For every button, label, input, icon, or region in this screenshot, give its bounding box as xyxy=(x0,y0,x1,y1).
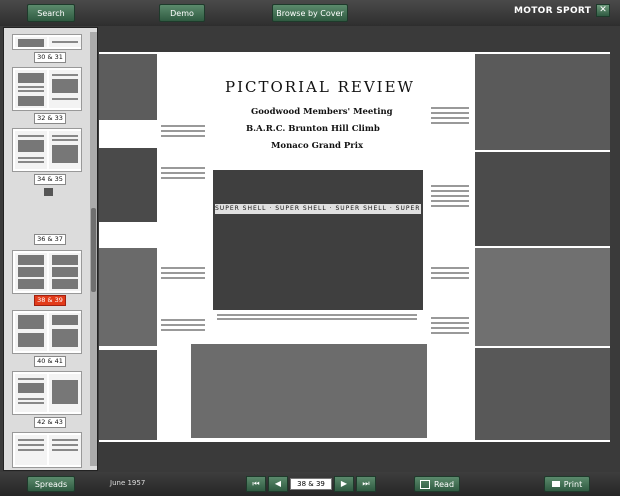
spreads-button[interactable]: Spreads xyxy=(27,476,75,492)
thumb-label[interactable]: 34 & 35 xyxy=(34,174,66,185)
page-number-input[interactable]: 38 & 39 xyxy=(290,478,332,490)
subtitle-2: B.A.R.C. Brunton Hill Climb xyxy=(246,124,380,134)
caption-column xyxy=(431,104,469,127)
photo xyxy=(99,54,157,120)
thumb-label[interactable]: 36 & 37 xyxy=(34,234,66,245)
photo xyxy=(475,248,610,346)
photo xyxy=(99,350,157,440)
scrollbar-thumb[interactable] xyxy=(91,208,96,292)
thumb-label[interactable]: 42 & 43 xyxy=(34,417,66,428)
caption-column xyxy=(431,314,469,337)
search-button[interactable]: Search xyxy=(27,4,75,22)
magazine-spread[interactable]: PICTORIAL REVIEW Goodwood Members' Meeti… xyxy=(99,52,610,442)
browse-by-cover-button[interactable]: Browse by Cover xyxy=(272,4,348,22)
prev-page-icon[interactable]: ◀ xyxy=(268,476,288,492)
demo-button[interactable]: Demo xyxy=(159,4,205,22)
next-page-icon[interactable]: ▶ xyxy=(334,476,354,492)
loading-icon xyxy=(44,188,53,196)
center-race-photo xyxy=(213,170,423,310)
caption-column xyxy=(431,264,469,282)
printer-icon xyxy=(551,481,560,487)
bottom-race-photo xyxy=(191,344,427,438)
subtitle-1: Goodwood Members' Meeting xyxy=(251,107,393,117)
close-icon[interactable]: ✕ xyxy=(596,4,610,17)
read-button[interactable]: Read xyxy=(414,476,460,492)
issue-date: June 1957 xyxy=(110,479,146,487)
thumb-label[interactable]: 40 & 41 xyxy=(34,356,66,367)
first-page-icon[interactable]: ⏮ xyxy=(246,476,266,492)
caption-line xyxy=(217,312,417,320)
shell-banner: SUPER SHELL · SUPER SHELL · SUPER SHELL … xyxy=(215,204,421,214)
photo xyxy=(475,348,610,440)
subtitle-3: Monaco Grand Prix xyxy=(271,141,364,151)
pictorial-review-title: PICTORIAL REVIEW xyxy=(225,78,415,96)
thumb-label-active[interactable]: 38 & 39 xyxy=(34,295,66,306)
thumb-label[interactable]: 32 & 33 xyxy=(34,113,66,124)
print-button[interactable]: Print xyxy=(544,476,590,492)
photo xyxy=(99,248,157,346)
thumbnail-28-29[interactable] xyxy=(12,34,82,50)
read-icon xyxy=(419,479,430,489)
sidebar-scrollbar[interactable] xyxy=(90,32,97,466)
thumbnail-34-35[interactable] xyxy=(12,128,82,172)
thumbnail-32-33[interactable] xyxy=(12,67,82,111)
thumbnail-44-45[interactable] xyxy=(12,432,82,468)
caption-column xyxy=(431,182,469,210)
thumbnail-40-41[interactable] xyxy=(12,310,82,354)
caption-column xyxy=(161,122,205,222)
thumb-label[interactable]: 30 & 31 xyxy=(34,52,66,63)
thumbnail-sidebar: 30 & 31 32 & 33 34 & 35 36 & 37 38 & 39 … xyxy=(3,27,98,471)
motorsport-logo: MOTOR SPORT xyxy=(514,6,592,16)
photo xyxy=(475,152,610,246)
thumbnail-42-43[interactable] xyxy=(12,371,82,415)
thumbnail-38-39[interactable] xyxy=(12,250,82,294)
photo xyxy=(475,54,610,150)
last-page-icon[interactable]: ⏭ xyxy=(356,476,376,492)
photo xyxy=(99,148,157,222)
